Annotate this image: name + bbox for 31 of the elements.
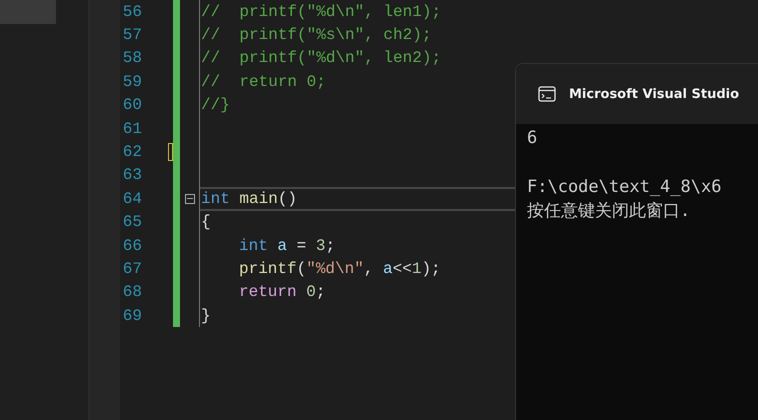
line-number: 67 <box>122 260 142 278</box>
code-line: // return 0; <box>201 72 326 91</box>
code-line: // printf("%d\n", len2); <box>201 49 442 68</box>
console-output: 按任意键关闭此窗口. <box>527 200 692 223</box>
code-line: printf("%d\n", a<<1); <box>239 260 441 278</box>
line-number: 63 <box>122 166 142 184</box>
line-number: 59 <box>122 72 142 91</box>
collapse-icon[interactable] <box>184 194 194 204</box>
line-number: 65 <box>122 213 142 232</box>
code-line: int a = 3; <box>239 236 336 255</box>
line-number: 68 <box>122 283 142 302</box>
console-output: 6 <box>527 127 538 150</box>
code-line: // printf("%d\n", len1); <box>201 2 442 21</box>
console-output: F:\code\text_4_8\x6 <box>527 176 722 199</box>
line-number: 64 <box>122 190 142 208</box>
terminal-icon <box>538 86 556 102</box>
code-line: int main() <box>201 190 298 208</box>
window-title: Microsoft Visual Studio <box>569 86 740 102</box>
line-number: 56 <box>122 2 142 21</box>
code-line: // printf("%s\n", ch2); <box>201 26 432 44</box>
code-line: //} <box>201 96 230 114</box>
line-number: 58 <box>122 49 142 68</box>
line-number: 62 <box>122 143 142 162</box>
code-line: { <box>201 213 211 232</box>
code-line: return 0; <box>239 283 326 302</box>
line-number: 66 <box>122 236 142 255</box>
line-number: 61 <box>122 120 142 138</box>
code-line: } <box>201 306 211 325</box>
line-number: 57 <box>122 26 142 44</box>
line-number: 60 <box>122 96 142 114</box>
line-number: 69 <box>122 306 142 325</box>
